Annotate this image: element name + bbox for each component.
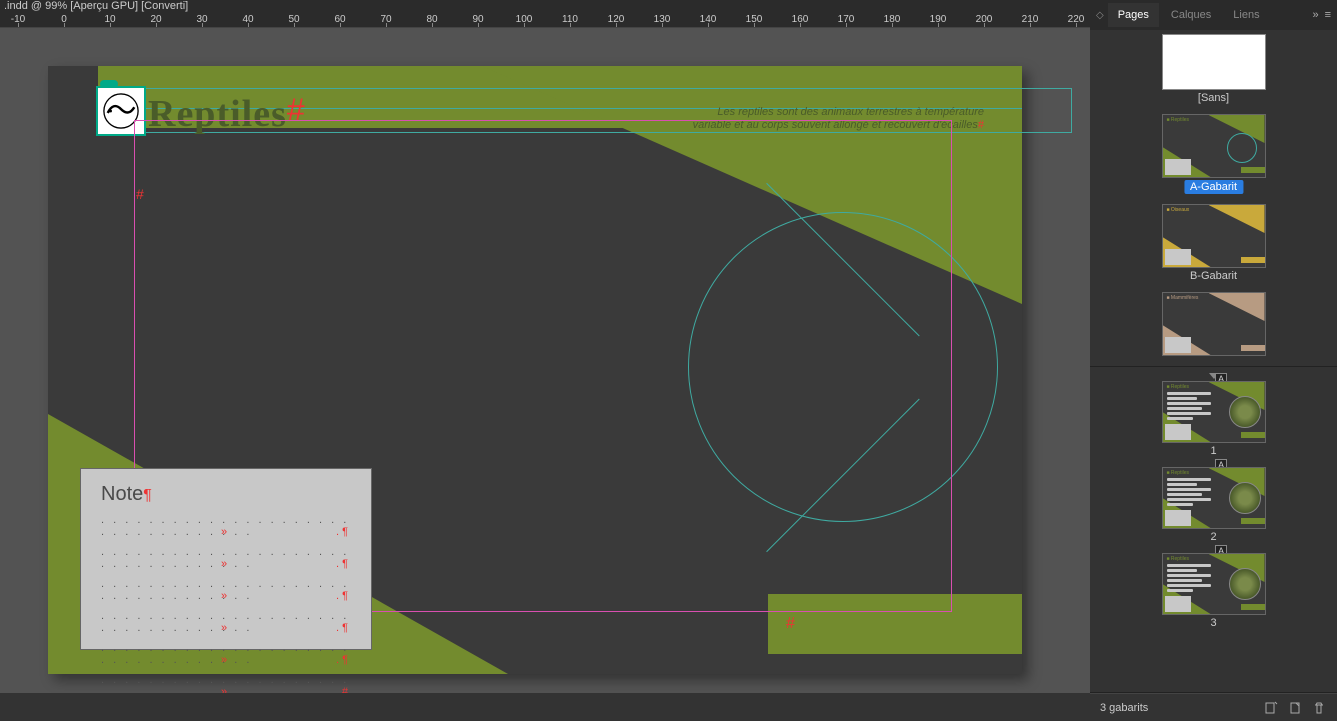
ruler-tick: 20 [136,14,176,25]
master-page-item[interactable]: [Sans] [1100,34,1327,104]
document-page[interactable]: # Reptiles# Les reptiles sont des animau… [48,66,1022,674]
ruler-tick: 190 [918,14,958,25]
ruler-tick: -10 [0,14,38,25]
ruler-tick: 150 [734,14,774,25]
new-page-icon[interactable] [1287,700,1303,716]
note-dotted-line: . . . . . . . . . . . . . . . . . . . . … [101,578,351,602]
footer-masters-count: 3 gabarits [1100,702,1148,714]
note-dotted-line: . . . . . . . . . . . . . . . . . . . . … [101,546,351,570]
pages-panel-footer: 3 gabarits [1090,693,1337,721]
description-end-marker: # [978,119,984,131]
page-thumb-item[interactable]: A■ Reptiles2 [1100,467,1327,543]
ruler-tick: 180 [872,14,912,25]
master-page-item[interactable]: ■ OiseauxB-Gabarit [1100,204,1327,282]
master-page-item[interactable]: ■ Mammifères [1100,292,1327,356]
page-number-label: 1 [1100,445,1327,457]
ruler-tick: 170 [826,14,866,25]
ruler-tick: 0 [44,14,84,25]
canvas-viewport[interactable]: # Reptiles# Les reptiles sont des animau… [0,28,1090,693]
ruler-tick: 200 [964,14,1004,25]
ruler-tick: 160 [780,14,820,25]
panel-options-icon[interactable]: ◇ [1096,10,1104,21]
pages-section[interactable]: A■ Reptiles1 A■ Reptiles2 A■ Reptiles3 [1090,367,1337,693]
ruler-tick: 70 [366,14,406,25]
edit-page-size-icon[interactable] [1263,700,1279,716]
note-dotted-line: . . . . . . . . . . . . . . . . . . . . … [101,514,351,538]
note-dotted-line: . . . . . . . . . . . . . . . . . . . . … [101,610,351,634]
tabs-more-icon[interactable]: » [1312,9,1318,21]
panels-dock: ◇ Pages Calques Liens » ≡ [Sans] ■ Reptil… [1090,0,1337,721]
window-title: .indd @ 99% [Aperçu GPU] [Converti] [4,0,188,12]
ruler-tick: 140 [688,14,728,25]
tab-layers[interactable]: Calques [1161,3,1221,27]
scrollbar[interactable] [1329,30,1335,366]
ruler-tick: 30 [182,14,222,25]
page-thumb-item[interactable]: A■ Reptiles3 [1100,553,1327,629]
master-page-item[interactable]: ■ ReptilesA-Gabarit [1100,114,1327,204]
panel-menu-icon[interactable]: ≡ [1325,9,1331,21]
master-page-label: [Sans] [1100,92,1327,104]
ruler-tick: 80 [412,14,452,25]
note-dotted-line: . . . . . . . . . . . . . . . . . . . . … [101,674,351,693]
note-frame[interactable]: Note¶ . . . . . . . . . . . . . . . . . … [80,468,372,650]
ruler-tick: 10 [90,14,130,25]
ruler-tick: 120 [596,14,636,25]
ruler-tick: 60 [320,14,360,25]
note-title: Note¶ [101,483,351,506]
note-dotted-line: . . . . . . . . . . . . . . . . . . . . … [101,642,351,666]
tab-links[interactable]: Liens [1223,3,1269,27]
tab-pages[interactable]: Pages [1108,3,1159,27]
page-number-marker-right: # [786,615,795,633]
ruler-tick: 110 [550,14,590,25]
delete-page-icon[interactable] [1311,700,1327,716]
master-page-label: A-Gabarit [1184,180,1243,194]
ruler-tick: 40 [228,14,268,25]
ruler-tick: 100 [504,14,544,25]
page-thumb-item[interactable]: A■ Reptiles1 [1100,381,1327,457]
master-page-label: B-Gabarit [1100,270,1327,282]
masters-section[interactable]: [Sans] ■ ReptilesA-Gabarit■ OiseauxB-Gaba… [1090,30,1337,367]
ruler-tick: 210 [1010,14,1050,25]
ruler-tick: 130 [642,14,682,25]
bottom-status-bar [0,693,1090,721]
page-number-label: 2 [1100,531,1327,543]
page-number-label: 3 [1100,617,1327,629]
ruler-tick: 90 [458,14,498,25]
ruler-tick: 50 [274,14,314,25]
panel-tabs: ◇ Pages Calques Liens » ≡ [1090,0,1337,30]
